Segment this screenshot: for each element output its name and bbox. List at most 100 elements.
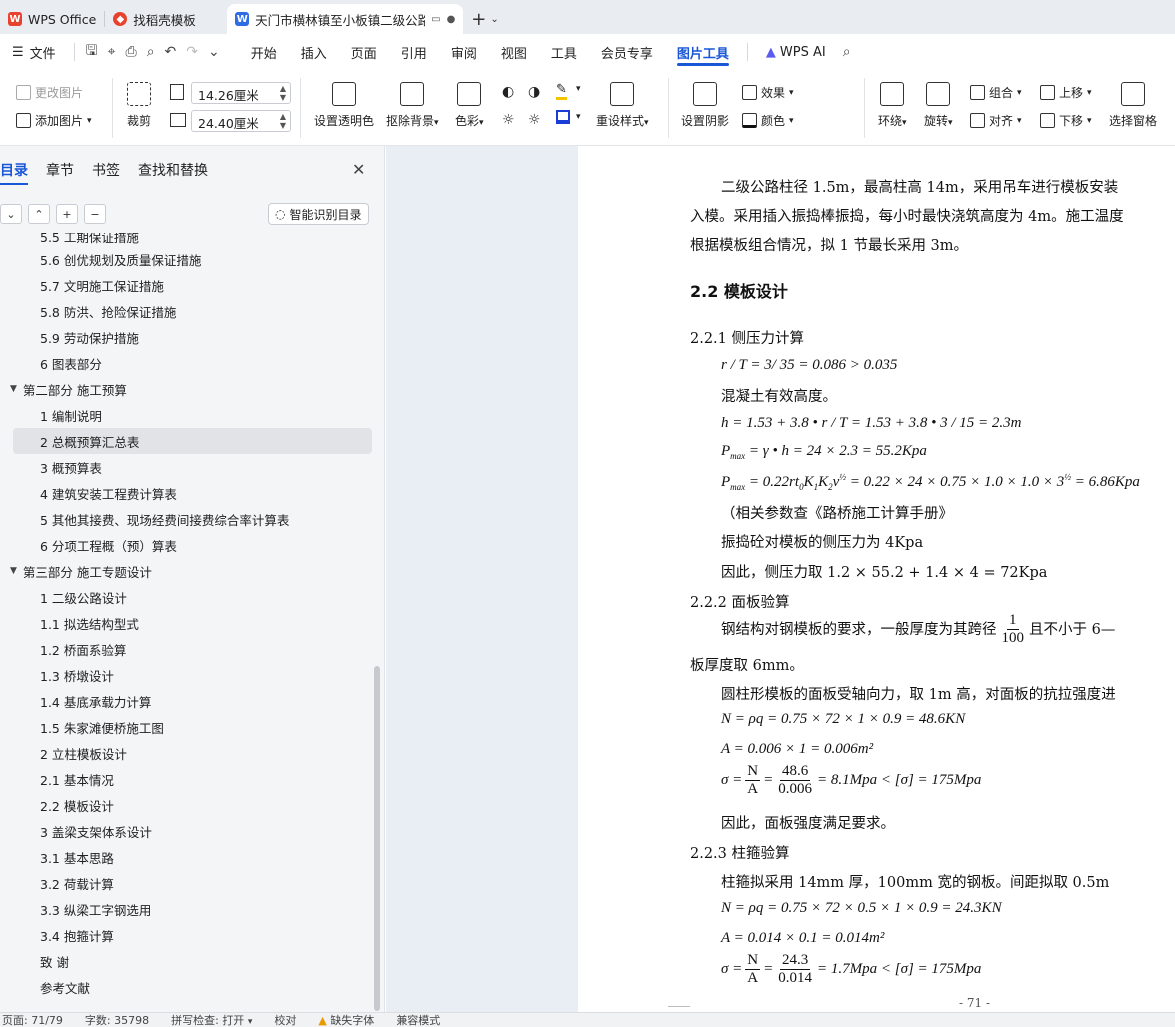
close-icon[interactable]: ✕ bbox=[352, 160, 365, 179]
contrast-up-icon[interactable]: ◑ bbox=[528, 84, 540, 100]
plus-icon[interactable]: + bbox=[56, 204, 78, 224]
toc-item[interactable]: 1.5 朱家滩便桥施工图 bbox=[0, 714, 374, 740]
align-button[interactable]: 对齐 ▾ bbox=[970, 112, 1022, 129]
spell-check[interactable]: 拼写检查: 打开 ▾ bbox=[171, 1013, 252, 1027]
toc-item[interactable]: 5.6 创优规划及质量保证措施 bbox=[0, 246, 374, 272]
menu-item-review[interactable]: 审阅 bbox=[439, 34, 489, 70]
toc-item[interactable]: 6 分项工程概（预）算表 bbox=[0, 532, 374, 558]
toc-item[interactable]: 1.3 桥墩设计 bbox=[0, 662, 374, 688]
toc-item[interactable]: 1.2 桥面系验算 bbox=[0, 636, 374, 662]
search-icon[interactable]: ⌕ bbox=[838, 44, 856, 60]
smart-toc-button[interactable]: ◌ 智能识别目录 bbox=[268, 203, 369, 225]
tab-wps-office[interactable]: W WPS Office bbox=[0, 4, 104, 34]
move-up-button[interactable]: 上移 ▾ bbox=[1040, 84, 1092, 101]
word-count[interactable]: 字数: 35798 bbox=[85, 1013, 149, 1027]
toc-item[interactable]: 2 总概预算汇总表 bbox=[13, 428, 372, 454]
print-preview-icon[interactable]: ⌕ bbox=[142, 44, 160, 60]
set-transparent-button[interactable]: 设置透明色 bbox=[314, 82, 374, 129]
wps-ai-button[interactable]: ▲ WPS AI bbox=[754, 34, 838, 70]
missing-font[interactable]: ▲ 缺失字体 bbox=[318, 1013, 374, 1027]
group-button[interactable]: 组合 ▾ bbox=[970, 84, 1022, 101]
proofread[interactable]: 校对 bbox=[274, 1013, 296, 1027]
scrollbar[interactable] bbox=[374, 666, 380, 1011]
toc-item[interactable]: 4 建筑安装工程费计算表 bbox=[0, 480, 374, 506]
undo-icon[interactable]: ↶ bbox=[160, 44, 182, 60]
toc-item[interactable]: 参考文献 bbox=[0, 974, 374, 1000]
toc-item[interactable]: 1 二级公路设计 bbox=[0, 584, 374, 610]
compat-mode[interactable]: 兼容模式 bbox=[396, 1013, 440, 1027]
print-icon[interactable]: ⎙ bbox=[121, 44, 142, 60]
share-icon[interactable]: ⌖ bbox=[103, 44, 121, 60]
tab-toc[interactable]: 目录 bbox=[0, 160, 28, 185]
color-button[interactable]: 颜色 ▾ bbox=[742, 112, 794, 129]
toc-item[interactable]: 3.2 荷载计算 bbox=[0, 870, 374, 896]
contrast-down-icon[interactable]: ☼ bbox=[528, 112, 541, 128]
toc-item[interactable]: 3 概预算表 bbox=[0, 454, 374, 480]
monitor-icon[interactable]: ▭ bbox=[431, 14, 440, 25]
menu-item-page[interactable]: 页面 bbox=[339, 34, 389, 70]
toc-item[interactable]: 6 图表部分 bbox=[0, 350, 374, 376]
menu-item-insert[interactable]: 插入 bbox=[289, 34, 339, 70]
expand-chevron-up-icon[interactable]: ⌃ bbox=[28, 204, 50, 224]
menu-item-tools[interactable]: 工具 bbox=[539, 34, 589, 70]
crop-button[interactable]: 裁剪 bbox=[127, 82, 151, 129]
toc-item[interactable]: 3.3 纵梁工字钢选用 bbox=[0, 896, 374, 922]
add-image-button[interactable]: 添加图片 ▾ bbox=[16, 112, 92, 129]
toc-item[interactable]: 1.4 基底承载力计算 bbox=[0, 688, 374, 714]
save-icon[interactable]: 🖫 bbox=[81, 40, 103, 64]
toc-item[interactable]: 2.1 基本情况 bbox=[0, 766, 374, 792]
outline-color-icon[interactable] bbox=[556, 110, 570, 124]
minus-icon[interactable]: − bbox=[84, 204, 106, 224]
unsaved-dot-icon[interactable]: ● bbox=[447, 14, 456, 25]
wrap-button[interactable]: 环绕▾ bbox=[878, 82, 907, 129]
tab-find-replace[interactable]: 查找和替换 bbox=[138, 160, 208, 185]
collapse-chevron-down-icon[interactable]: ⌄ bbox=[0, 204, 22, 224]
menu-item-member[interactable]: 会员专享 bbox=[589, 34, 665, 70]
toc-item[interactable]: 5.8 防洪、抢险保证措施 bbox=[0, 298, 374, 324]
redo-icon[interactable]: ↷ bbox=[181, 44, 203, 60]
spinner-icon[interactable]: ▲ ▼ bbox=[280, 112, 286, 130]
expand-caret-icon[interactable]: ▼ bbox=[10, 566, 17, 576]
chevron-down-icon[interactable]: ⌄ bbox=[490, 14, 498, 25]
menu-item-start[interactable]: 开始 bbox=[239, 34, 289, 70]
toc-item[interactable]: 2 立柱模板设计 bbox=[0, 740, 374, 766]
file-menu[interactable]: ☰ 文件 bbox=[0, 34, 68, 70]
new-tab-button[interactable]: + ⌄ bbox=[463, 4, 506, 34]
toc-section-item[interactable]: ▼ 第三部分 施工专题设计 bbox=[0, 558, 374, 584]
toc-item[interactable]: 2.2 模板设计 bbox=[0, 792, 374, 818]
toc-item[interactable]: 5.9 劳动保护措施 bbox=[0, 324, 374, 350]
remove-background-button[interactable]: 抠除背景▾ bbox=[386, 82, 439, 129]
toc-item[interactable]: 3 盖梁支架体系设计 bbox=[0, 818, 374, 844]
toc-section-item[interactable]: ▼ 第二部分 施工预算 bbox=[0, 376, 374, 402]
toc-item[interactable]: 5.7 文明施工保证措施 bbox=[0, 272, 374, 298]
effect-button[interactable]: 效果 ▾ bbox=[742, 84, 794, 101]
tab-bookmarks[interactable]: 书签 bbox=[92, 160, 120, 185]
tab-document[interactable]: W 天门市横林镇至小板镇二级公路 ▭ ● bbox=[227, 4, 464, 34]
page-counter[interactable]: 页面: 71/79 bbox=[2, 1013, 63, 1027]
tab-chapters[interactable]: 章节 bbox=[46, 160, 74, 185]
fill-color-icon[interactable]: ✎ bbox=[556, 82, 567, 100]
document-page[interactable]: 二级公路柱径 1.5m，最高柱高 14m，采用吊车进行模板安装 入模。采用插入振… bbox=[578, 146, 1175, 1012]
chevron-down-icon[interactable]: ▾ bbox=[576, 112, 581, 122]
change-image-button[interactable]: 更改图片 bbox=[16, 84, 83, 101]
toc-item[interactable]: 3.1 基本思路 bbox=[0, 844, 374, 870]
toc-item[interactable]: 1 编制说明 bbox=[0, 402, 374, 428]
toc-item[interactable]: 5 其他其接费、现场经费间接费综合率计算表 bbox=[0, 506, 374, 532]
spinner-icon[interactable]: ▲ ▼ bbox=[280, 84, 286, 102]
reset-style-button[interactable]: 重设样式▾ bbox=[596, 82, 649, 129]
brightness-up-icon[interactable]: ◐ bbox=[502, 84, 514, 100]
move-down-button[interactable]: 下移 ▾ bbox=[1040, 112, 1092, 129]
chevron-down-icon[interactable]: ▾ bbox=[576, 84, 581, 94]
menu-item-view[interactable]: 视图 bbox=[489, 34, 539, 70]
brightness-down-icon[interactable]: ☼ bbox=[502, 112, 515, 128]
color-adjust-button[interactable]: 色彩▾ bbox=[455, 82, 484, 129]
tab-docer[interactable]: ◆ 找稻壳模板 bbox=[105, 4, 227, 34]
menu-item-picture-tools[interactable]: 图片工具 bbox=[665, 34, 741, 70]
rotate-button[interactable]: 旋转▾ bbox=[924, 82, 953, 129]
expand-caret-icon[interactable]: ▼ bbox=[10, 384, 17, 394]
width-input[interactable]: 14.26厘米 ▲ ▼ bbox=[191, 82, 291, 104]
toc-item[interactable]: 5.5 工期保证措施 bbox=[0, 233, 374, 246]
height-input[interactable]: 24.40厘米 ▲ ▼ bbox=[191, 110, 291, 132]
toc-item[interactable]: 致 谢 bbox=[0, 948, 374, 974]
more-chevron-icon[interactable]: ⌄ bbox=[203, 44, 225, 60]
